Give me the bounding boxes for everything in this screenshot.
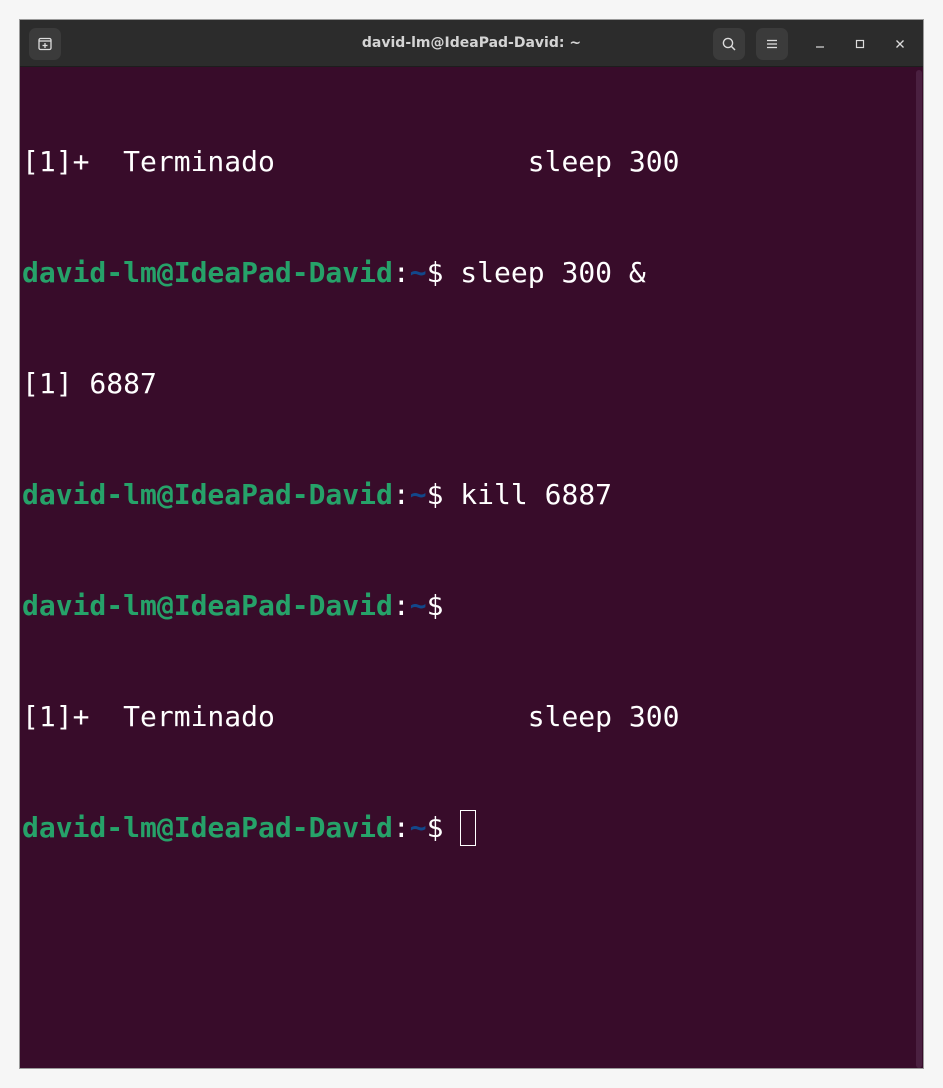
terminal-line: david-lm@IdeaPad-David:~$ kill 6887 xyxy=(22,476,923,513)
search-button[interactable] xyxy=(713,28,745,60)
text-cursor xyxy=(460,810,477,846)
terminal-line: david-lm@IdeaPad-David:~$ xyxy=(22,809,923,846)
search-icon xyxy=(721,36,737,52)
terminal-line: [1]+ Terminado sleep 300 xyxy=(22,698,923,735)
terminal-line: [1]+ Terminado sleep 300 xyxy=(22,143,923,180)
command-text xyxy=(443,811,460,844)
output-text: [1]+ Terminado sleep 300 xyxy=(22,700,680,733)
prompt-path: ~ xyxy=(409,478,427,511)
hamburger-menu-icon xyxy=(764,36,780,52)
terminal-output[interactable]: [1]+ Terminado sleep 300 david-lm@IdeaPa… xyxy=(20,67,923,1068)
title-bar[interactable]: david-lm@IdeaPad-David: ~ xyxy=(20,20,923,67)
prompt-symbol: $ xyxy=(426,478,444,511)
prompt-path: ~ xyxy=(409,256,427,289)
prompt-separator: : xyxy=(392,256,410,289)
terminal-window: david-lm@IdeaPad-David: ~ [1]+ Terminado… xyxy=(19,19,924,1069)
prompt-user: david-lm@IdeaPad-David xyxy=(22,589,393,622)
terminal-line: david-lm@IdeaPad-David:~$ xyxy=(22,587,923,624)
prompt-user: david-lm@IdeaPad-David xyxy=(22,256,393,289)
prompt-symbol: $ xyxy=(426,256,444,289)
scrollbar[interactable] xyxy=(916,70,922,1068)
close-button[interactable] xyxy=(888,32,912,56)
prompt-user: david-lm@IdeaPad-David xyxy=(22,478,393,511)
minimize-button[interactable] xyxy=(808,32,832,56)
command-text: kill 6887 xyxy=(443,478,613,511)
minimize-icon xyxy=(814,35,826,54)
prompt-symbol: $ xyxy=(426,589,444,622)
output-text: [1]+ Terminado sleep 300 xyxy=(22,145,680,178)
prompt-path: ~ xyxy=(409,589,427,622)
prompt-separator: : xyxy=(392,478,410,511)
menu-button[interactable] xyxy=(756,28,788,60)
prompt-separator: : xyxy=(392,589,410,622)
prompt-symbol: $ xyxy=(426,811,444,844)
terminal-line: david-lm@IdeaPad-David:~$ sleep 300 & xyxy=(22,254,923,291)
prompt-path: ~ xyxy=(409,811,427,844)
prompt-user: david-lm@IdeaPad-David xyxy=(22,811,393,844)
terminal-line: [1] 6887 xyxy=(22,365,923,402)
prompt-separator: : xyxy=(392,811,410,844)
maximize-icon xyxy=(854,35,866,54)
maximize-button[interactable] xyxy=(848,32,872,56)
output-text: [1] 6887 xyxy=(22,367,157,400)
close-icon xyxy=(894,35,906,54)
command-text: sleep 300 & xyxy=(443,256,646,289)
